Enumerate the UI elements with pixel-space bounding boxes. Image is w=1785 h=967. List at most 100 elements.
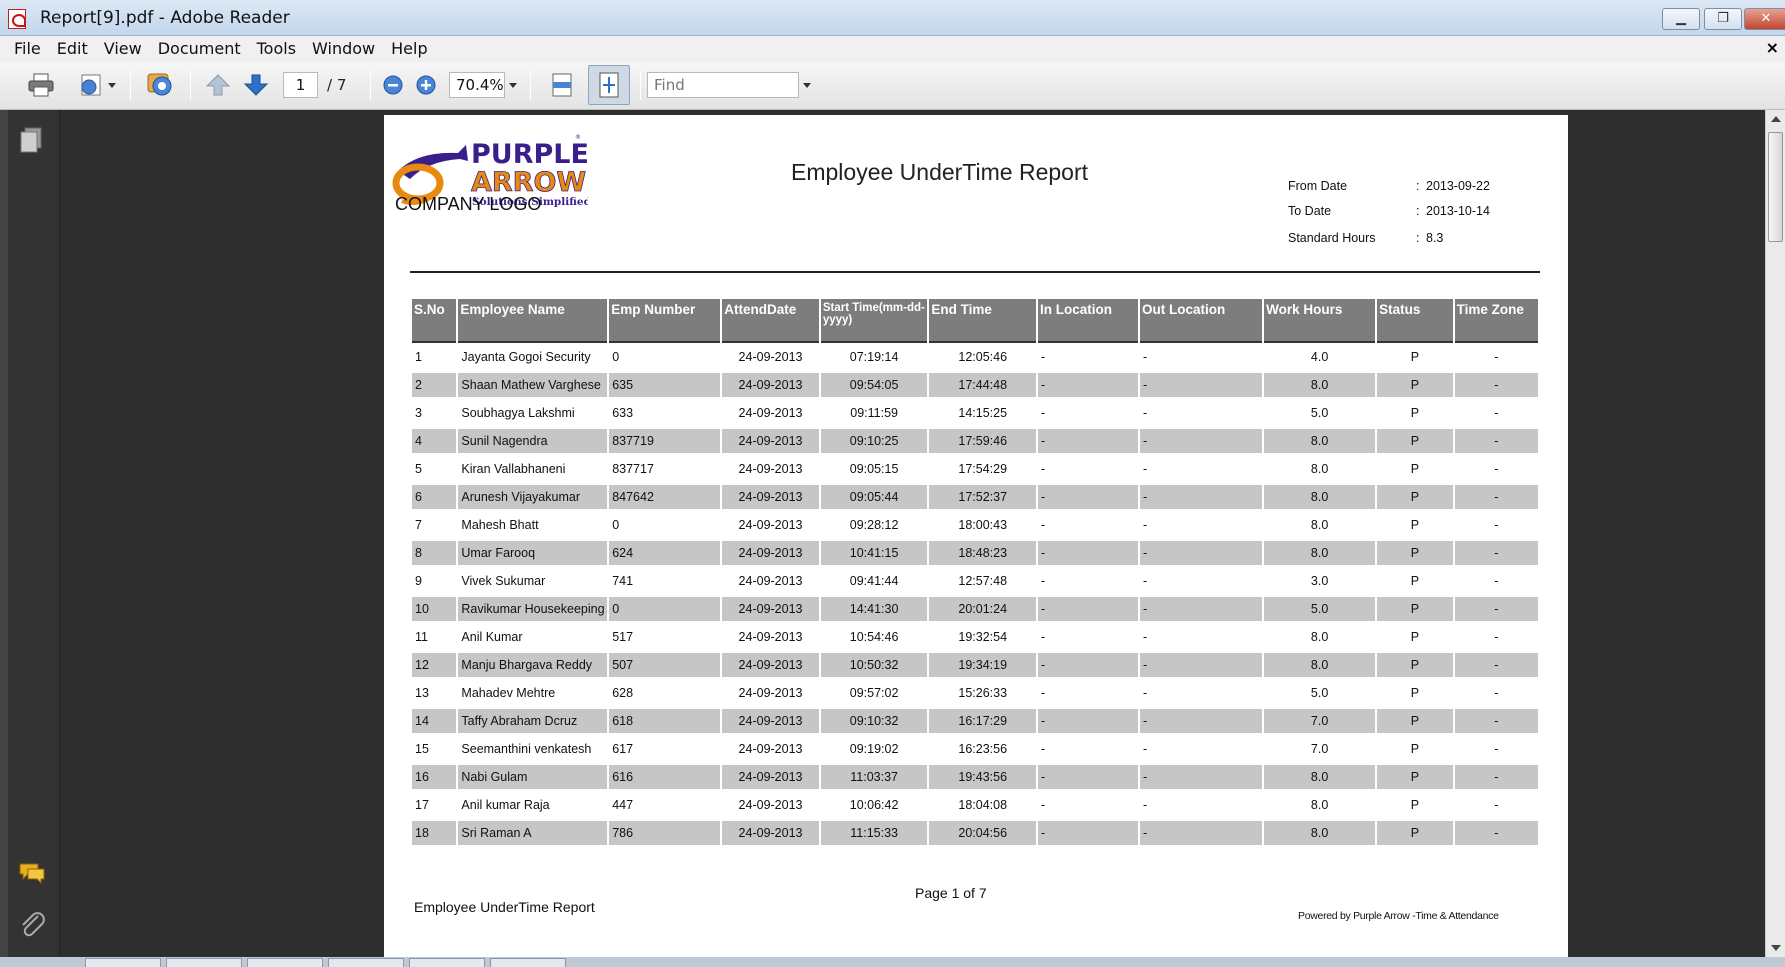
pdf-page: PURPLE ARROW Solutions Simplified ® COMP…	[384, 115, 1568, 957]
find-dropdown[interactable]	[800, 68, 814, 102]
table-cell: 20:04:56	[929, 819, 1037, 847]
document-viewport[interactable]: PURPLE ARROW Solutions Simplified ® COMP…	[60, 110, 1765, 957]
arrow-down-icon	[243, 74, 269, 96]
table-cell: P	[1377, 595, 1453, 623]
table-cell: 24-09-2013	[722, 763, 819, 791]
scroll-down-icon[interactable]	[1771, 945, 1781, 951]
table-cell: Vivek Sukumar	[461, 574, 546, 588]
create-pdf-button[interactable]	[72, 68, 122, 102]
fit-page-button[interactable]	[588, 65, 630, 105]
from-date-value: 2013-09-22	[1426, 179, 1490, 193]
table-cell: 6	[412, 483, 457, 511]
scrollbar-thumb[interactable]	[1768, 132, 1783, 242]
zoom-level-input[interactable]: 70.4%	[449, 72, 505, 98]
table-cell: -	[1142, 686, 1148, 700]
table-cell: 517	[612, 630, 634, 644]
arrow-up-icon	[205, 74, 231, 96]
table-cell: 7.0	[1310, 742, 1329, 756]
table-cell: 617	[612, 742, 634, 756]
table-cell: Umar Farooq	[458, 539, 608, 567]
table-cell: 16:17:29	[929, 707, 1037, 735]
table-cell: 24-09-2013	[722, 539, 819, 567]
adobe-pdf-icon	[8, 9, 26, 29]
taskbar-tab[interactable]	[85, 958, 161, 967]
table-cell: 09:11:59	[850, 406, 898, 420]
table-cell: -	[1041, 406, 1046, 420]
table-cell: 17:44:48	[929, 371, 1037, 399]
table-cell: 8.0	[1264, 651, 1376, 679]
zoom-in-button[interactable]	[411, 68, 441, 102]
attachments-panel-button[interactable]	[18, 910, 46, 944]
pages-panel-button[interactable]	[18, 126, 44, 160]
taskbar-tab[interactable]	[328, 958, 404, 967]
scroll-up-icon[interactable]	[1771, 116, 1781, 122]
taskbar-tab[interactable]	[490, 958, 566, 967]
taskbar-tab[interactable]	[409, 958, 485, 967]
zoom-in-icon	[416, 75, 436, 95]
menu-tools[interactable]: Tools	[249, 36, 304, 62]
page-number-input[interactable]: 1	[283, 72, 318, 98]
table-cell: 3	[415, 406, 422, 420]
menu-file[interactable]: File	[0, 36, 49, 62]
to-date-value: 2013-10-14	[1426, 204, 1490, 218]
next-page-button[interactable]	[238, 68, 274, 102]
table-cell: -	[1494, 574, 1499, 588]
scrolling-mode-button[interactable]	[545, 68, 579, 102]
table-cell: -	[1454, 539, 1538, 567]
table-cell: 8.0	[1310, 798, 1329, 812]
table-row: 7 Mahesh Bhatt 0 24-09-2013 09:28:12 18:00:43…	[412, 511, 1538, 539]
to-date-label: To Date	[1288, 204, 1332, 218]
minimize-button[interactable]: ▁	[1662, 8, 1700, 30]
table-cell: -	[1454, 651, 1538, 679]
table-cell: 837719	[609, 427, 721, 455]
table-cell: Shaan Mathew Varghese	[458, 371, 608, 399]
table-cell: 0	[612, 518, 620, 532]
logo-text-purple: PURPLE	[471, 139, 588, 170]
table-cell: 14	[412, 707, 457, 735]
collaborate-button[interactable]	[140, 68, 180, 102]
table-cell: Anil kumar Raja	[461, 798, 550, 812]
window-title: Report[9].pdf - Adobe Reader	[40, 8, 290, 28]
vertical-scrollbar[interactable]	[1765, 110, 1785, 957]
close-document-button[interactable]: ×	[1766, 38, 1779, 57]
menu-window[interactable]: Window	[304, 36, 383, 62]
restore-button[interactable]: ❐	[1704, 8, 1742, 30]
table-cell: 7.0	[1264, 707, 1376, 735]
table-cell: Mahadev Mehtre	[461, 686, 556, 700]
table-cell: -	[1038, 763, 1138, 791]
taskbar-tab[interactable]	[247, 958, 323, 967]
table-row: 11 Anil Kumar 517 24-09-2013 10:54:46 19:32:5…	[412, 623, 1538, 651]
table-cell: -	[1038, 651, 1138, 679]
table-cell: 24-09-2013	[722, 819, 819, 847]
table-row: 8 Umar Farooq 624 24-09-2013 10:41:15 18:48:2…	[412, 539, 1538, 567]
close-window-button[interactable]: ✕	[1744, 8, 1785, 30]
zoom-dropdown[interactable]	[506, 68, 520, 102]
table-cell: 0	[609, 595, 721, 623]
comment-icon	[19, 863, 45, 885]
zoom-out-button[interactable]	[378, 68, 408, 102]
menu-edit[interactable]: Edit	[49, 36, 96, 62]
col-in-location: In Location	[1038, 299, 1138, 343]
comments-panel-button[interactable]	[16, 860, 48, 890]
previous-page-button[interactable]	[200, 68, 236, 102]
table-cell: 507	[609, 651, 721, 679]
chevron-down-icon	[803, 82, 811, 88]
menu-document[interactable]: Document	[150, 36, 249, 62]
table-cell: 07:19:14	[849, 350, 899, 364]
table-cell: -	[1041, 742, 1046, 756]
table-cell: Taffy Abraham Dcruz	[458, 707, 608, 735]
menu-view[interactable]: View	[96, 36, 150, 62]
standard-hours-label: Standard Hours	[1288, 231, 1376, 245]
table-cell: 09:28:12	[849, 518, 899, 532]
table-cell: 5.0	[1310, 686, 1329, 700]
table-cell: 628	[612, 686, 634, 700]
col-work-hours: Work Hours	[1264, 299, 1376, 343]
create-pdf-icon	[81, 74, 101, 96]
table-cell: -	[1142, 462, 1148, 476]
find-input[interactable]: Find	[647, 72, 799, 98]
taskbar-tab[interactable]	[166, 958, 242, 967]
print-button[interactable]	[22, 68, 60, 102]
menu-help[interactable]: Help	[383, 36, 435, 62]
col-out-location: Out Location	[1139, 299, 1263, 343]
table-cell: 16:23:56	[958, 742, 1008, 756]
